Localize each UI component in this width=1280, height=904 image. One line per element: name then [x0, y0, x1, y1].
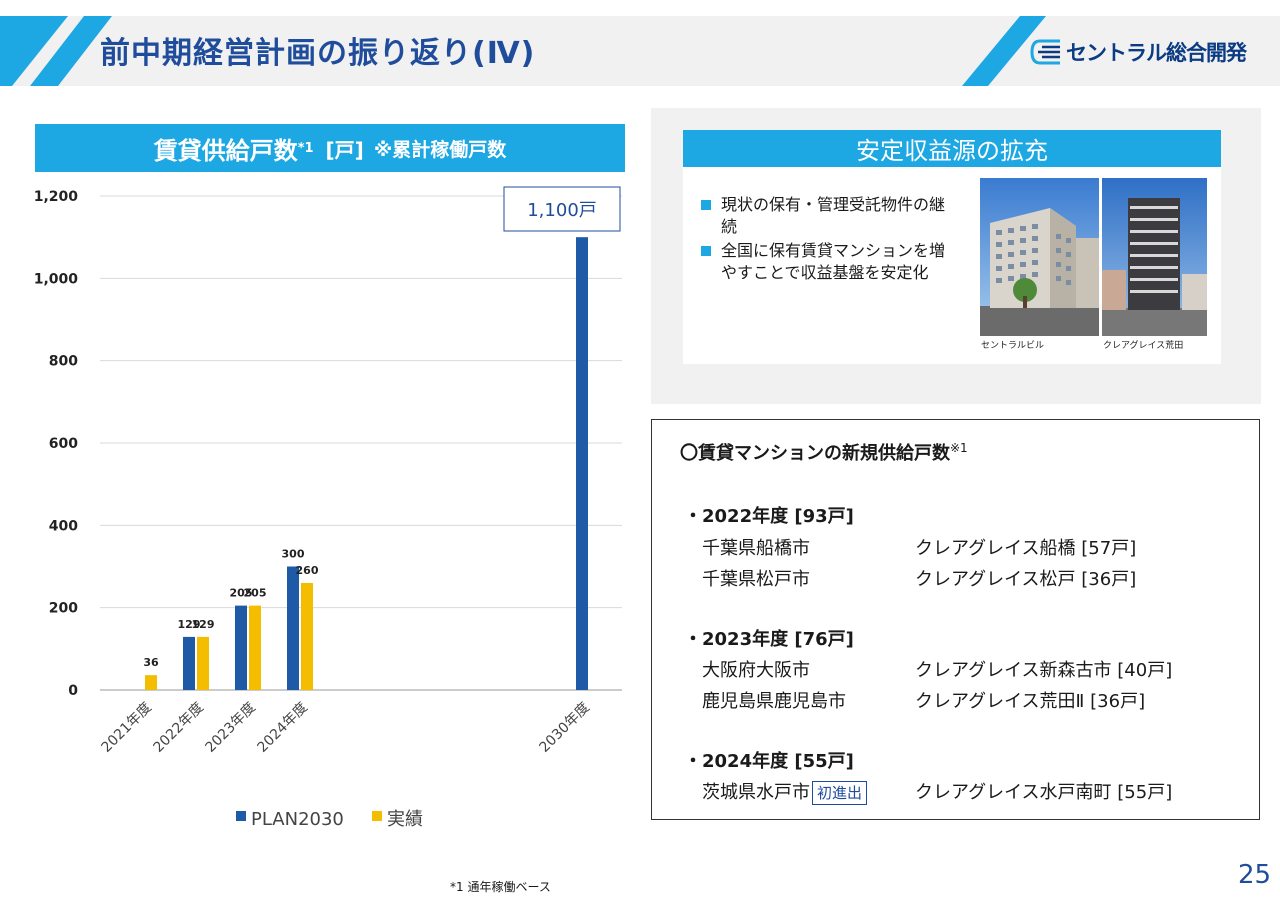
- bar-plan: [183, 636, 195, 690]
- bullet-text: 現状の保有・管理受託物件の継続: [721, 195, 946, 236]
- supply-property: クレアグレイス松戸 [36戸]: [915, 569, 1137, 590]
- x-tick-label: 2022年度: [151, 700, 207, 756]
- bar-actual: [145, 675, 157, 690]
- y-tick-label: 200: [49, 601, 78, 617]
- x-tick-label: 2030年度: [537, 700, 593, 756]
- first-entry-badge: 初進出: [812, 781, 868, 805]
- y-tick-label: 0: [68, 683, 78, 699]
- company-logo: セントラル総合開発: [1030, 36, 1247, 68]
- legend-swatch: [236, 811, 246, 821]
- x-tick-label: 2021年度: [99, 700, 155, 756]
- supply-title-footnote-mark: ※1: [950, 441, 968, 455]
- legend-swatch: [372, 811, 382, 821]
- photo-caption: クレアグレイス荒田: [1103, 341, 1184, 351]
- page-number: 25: [1238, 860, 1272, 890]
- bar-actual: [249, 605, 261, 690]
- supply-year-2023: ・2023年度 [76戸]: [684, 629, 854, 650]
- supply-property: クレアグレイス新森古市 [40戸]: [915, 660, 1173, 681]
- bar-plan: [287, 566, 299, 690]
- bullet-item: 現状の保有・管理受託物件の継続: [698, 194, 948, 238]
- y-tick-label: 1,200: [34, 189, 79, 205]
- building-photo-central-bldg: [980, 178, 1099, 336]
- y-tick-label: 600: [49, 436, 78, 452]
- callout-label: 1,100戸: [527, 200, 597, 221]
- bullet-square-icon: [701, 246, 711, 256]
- supply-city-name: 茨城県水戸市: [702, 782, 810, 803]
- x-tick-label: 2023年度: [203, 700, 259, 756]
- stable-income-title: 安定収益源の拡充: [683, 130, 1221, 167]
- photo-caption: セントラルビル: [981, 341, 1045, 351]
- bar-data-label: 129: [192, 618, 215, 631]
- legend-label: PLAN2030: [251, 809, 344, 830]
- logo-mark-icon: [1030, 39, 1060, 65]
- supply-title: 〇賃貸マンションの新規供給戸数※1: [680, 439, 968, 465]
- bullet-text: 全国に保有賃貸マンションを増やすことで収益基盤を安定化: [721, 241, 946, 282]
- bar-actual: [197, 636, 209, 690]
- bar-chart: 02004006008001,0001,20012920530036129205…: [34, 186, 622, 830]
- supply-year-2022: ・2022年度 [93戸]: [684, 506, 854, 527]
- y-tick-label: 400: [49, 518, 78, 534]
- legend-label: 実績: [387, 809, 423, 830]
- supply-city: 鹿児島県鹿児島市: [702, 691, 846, 712]
- y-tick-label: 800: [49, 354, 78, 370]
- supply-property: クレアグレイス荒田Ⅱ [36戸]: [915, 691, 1146, 712]
- supply-year-2024: ・2024年度 [55戸]: [684, 751, 854, 772]
- supply-property: クレアグレイス船橋 [57戸]: [915, 538, 1137, 559]
- bar-plan: [235, 605, 247, 690]
- bullet-square-icon: [701, 200, 711, 210]
- supply-city: 千葉県松戸市: [702, 569, 810, 590]
- bar-data-label: 205: [244, 587, 267, 600]
- stable-income-bullets: 現状の保有・管理受託物件の継続 全国に保有賃貸マンションを増やすことで収益基盤を…: [698, 194, 948, 286]
- bar-plan: [576, 237, 588, 690]
- bar-actual: [301, 582, 313, 690]
- logo-text: セントラル総合開発: [1066, 41, 1247, 65]
- bullet-item: 全国に保有賃貸マンションを増やすことで収益基盤を安定化: [698, 240, 948, 284]
- bar-data-label: 36: [143, 656, 159, 669]
- supply-city: 千葉県船橋市: [702, 538, 810, 559]
- bar-data-label: 300: [282, 548, 305, 561]
- supply-property: クレアグレイス水戸南町 [55戸]: [915, 782, 1173, 803]
- y-tick-label: 1,000: [34, 271, 79, 287]
- supply-city: 茨城県水戸市 初進出: [702, 778, 868, 805]
- x-tick-label: 2024年度: [255, 700, 311, 756]
- supply-city: 大阪府大阪市: [702, 660, 810, 681]
- footnote: *1 通年稼働ベース: [450, 880, 551, 894]
- bar-data-label: 260: [296, 564, 319, 577]
- supply-title-text: 〇賃貸マンションの新規供給戸数: [680, 443, 950, 464]
- building-photo-crea-grace-arata: [1102, 178, 1207, 336]
